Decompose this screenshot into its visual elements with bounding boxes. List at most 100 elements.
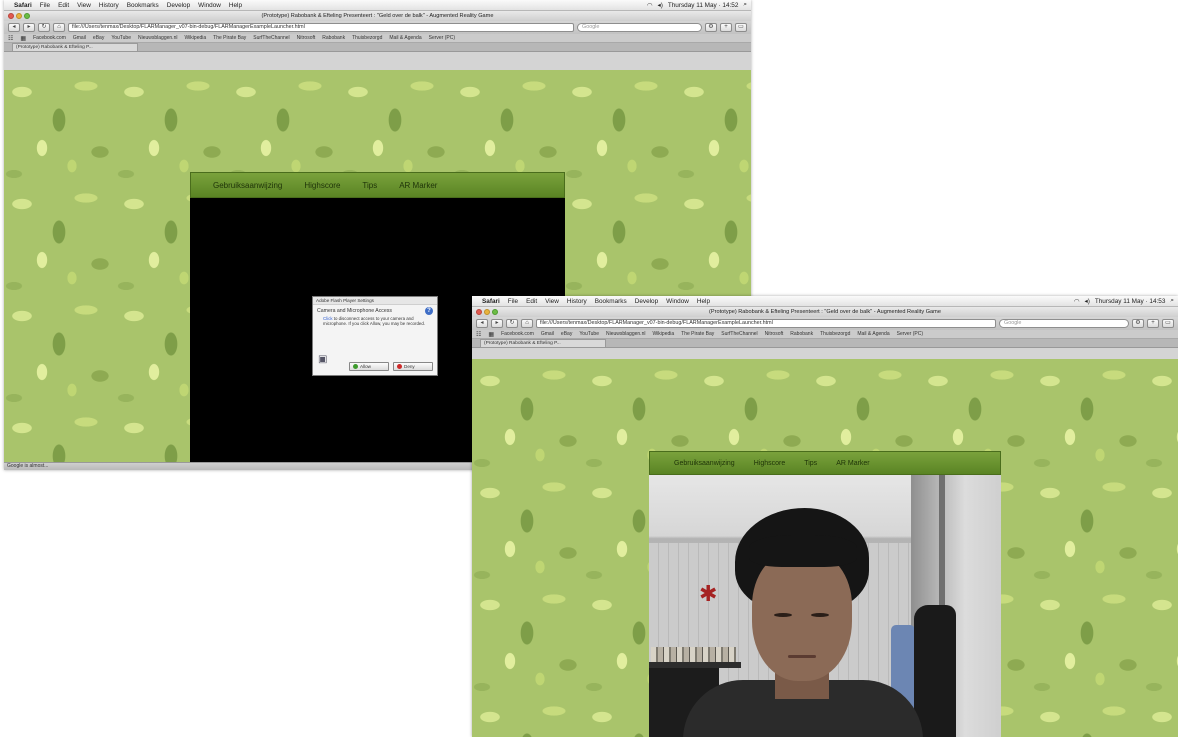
bookmark-item[interactable]: The Pirate Bay [213,35,246,41]
clock-text[interactable]: Thursday 11 May · 14:53 [1095,298,1166,305]
menu-history[interactable]: History [99,2,119,9]
nav-tips[interactable]: Tips [362,181,377,190]
spotlight-search-icon[interactable]: ⌕ [743,1,747,9]
bookmark-item[interactable]: Nitrosoft [297,35,316,41]
add-bookmark-button[interactable]: + [1147,319,1159,328]
minimize-window-button[interactable] [484,309,490,315]
add-bookmark-button[interactable]: + [720,23,732,32]
bookmark-item[interactable]: Facebook.com [501,331,534,337]
page-menu-button[interactable]: ▭ [735,23,747,32]
menu-file[interactable]: File [40,2,50,9]
settings-gear-button[interactable]: ⚙ [705,23,717,32]
page-menu-button[interactable]: ▭ [1162,319,1174,328]
menu-window[interactable]: Window [198,2,221,9]
mac-menu-bar: Safari File Edit View History Bookmarks … [4,0,751,11]
zoom-window-button[interactable] [492,309,498,315]
allow-button[interactable]: Allow [349,362,389,371]
volume-icon[interactable]: ◂) [657,1,662,9]
bookmark-item[interactable]: YouTube [111,35,131,41]
bookmark-item[interactable]: Gmail [541,331,554,337]
bookmark-item[interactable]: Rabobank [322,35,345,41]
nav-highscore[interactable]: Highscore [754,460,786,467]
back-button[interactable]: ◂ [8,23,20,32]
back-button[interactable]: ◂ [476,319,488,328]
menu-view[interactable]: View [77,2,91,9]
address-bar[interactable]: file:///Users/tenmax/Desktop/FLARManager… [68,23,574,32]
bookmark-item[interactable]: Server (PC) [429,35,455,41]
window-controls [8,13,30,19]
help-icon[interactable]: ? [425,307,433,315]
reading-list-icon[interactable]: ☷ [8,35,13,42]
tab-prototype[interactable]: (Prototype) Rabobank & Efteling P... [12,43,138,51]
clock-text[interactable]: Thursday 11 May · 14:52 [668,2,739,9]
bookmark-item[interactable]: Mail & Agenda [857,331,889,337]
menu-develop[interactable]: Develop [635,298,658,305]
forward-button[interactable]: ▸ [491,319,503,328]
bookmark-item[interactable]: Nieuwsblaggen.nl [138,35,177,41]
bookmark-item[interactable]: Server (PC) [897,331,923,337]
reading-list-icon[interactable]: ☷ [476,331,481,338]
tab-prototype[interactable]: (Prototype) Rabobank & Efteling P... [480,339,606,347]
bookmark-item[interactable]: Facebook.com [33,35,66,41]
wifi-icon[interactable]: ◠ [647,1,653,9]
nav-gebruiksaanwijzing[interactable]: Gebruiksaanwijzing [213,181,282,190]
minimize-window-button[interactable] [16,13,22,19]
nav-tips[interactable]: Tips [804,460,817,467]
bookmark-item[interactable]: Gmail [73,35,86,41]
menu-window[interactable]: Window [666,298,689,305]
search-field[interactable]: Google [577,23,702,32]
menu-view[interactable]: View [545,298,559,305]
home-button[interactable]: ⌂ [521,319,533,328]
top-sites-icon[interactable]: ▦ [20,35,26,42]
bookmark-item[interactable]: eBay [93,35,104,41]
bookmark-item[interactable]: Wikipedia [652,331,674,337]
bookmark-item[interactable]: SurfTheChannel [721,331,757,337]
menu-bookmarks[interactable]: Bookmarks [595,298,627,305]
forward-button[interactable]: ▸ [23,23,35,32]
bookmark-item[interactable]: YouTube [579,331,599,337]
volume-icon[interactable]: ◂) [1084,297,1089,305]
bookmark-item[interactable]: Rabobank [790,331,813,337]
reload-button[interactable]: ↻ [506,319,518,328]
camouflage-background: Gebruiksaanwijzing Highscore Tips AR Mar… [472,359,1178,737]
menu-edit[interactable]: Edit [526,298,537,305]
nav-ar-marker[interactable]: AR Marker [399,181,437,190]
close-window-button[interactable] [476,309,482,315]
menu-bookmarks[interactable]: Bookmarks [127,2,159,9]
flash-settings-dialog: Adobe Flash Player Settings Camera and M… [312,296,438,376]
bookmark-item[interactable]: Thuisbezorgd [820,331,850,337]
home-button[interactable]: ⌂ [53,23,65,32]
bookmark-item[interactable]: Nitrosoft [765,331,784,337]
reload-button[interactable]: ↻ [38,23,50,32]
menu-help[interactable]: Help [697,298,710,305]
nav-highscore[interactable]: Highscore [304,181,340,190]
bookmark-item[interactable]: The Pirate Bay [681,331,714,337]
settings-gear-button[interactable]: ⚙ [1132,319,1144,328]
wifi-icon[interactable]: ◠ [1074,297,1080,305]
deny-button[interactable]: Deny [393,362,433,371]
menu-safari[interactable]: Safari [14,2,32,9]
spotlight-search-icon[interactable]: ⌕ [1170,297,1174,305]
address-bar[interactable]: file:///Users/tenmax/Desktop/FLARManager… [536,319,996,328]
bookmark-item[interactable]: Mail & Agenda [389,35,421,41]
nav-gebruiksaanwijzing[interactable]: Gebruiksaanwijzing [674,460,735,467]
bookmark-item[interactable]: eBay [561,331,572,337]
search-field[interactable]: Google [999,319,1129,328]
window-controls [476,309,498,315]
menu-history[interactable]: History [567,298,587,305]
zoom-window-button[interactable] [24,13,30,19]
menu-help[interactable]: Help [229,2,242,9]
window-title: (Prototype) Rabobank & Efteling Presente… [261,13,494,19]
top-sites-icon[interactable]: ▦ [488,331,494,338]
bookmark-item[interactable]: SurfTheChannel [253,35,289,41]
bookmark-item[interactable]: Nieuwsblaggen.nl [606,331,645,337]
bookmark-item[interactable]: Wikipedia [184,35,206,41]
menu-develop[interactable]: Develop [167,2,190,9]
close-window-button[interactable] [8,13,14,19]
menu-file[interactable]: File [508,298,518,305]
menu-safari[interactable]: Safari [482,298,500,305]
nav-ar-marker[interactable]: AR Marker [836,460,869,467]
menu-edit[interactable]: Edit [58,2,69,9]
window-title-bar: (Prototype) Rabobank & Efteling Presente… [4,11,751,21]
bookmark-item[interactable]: Thuisbezorgd [352,35,382,41]
